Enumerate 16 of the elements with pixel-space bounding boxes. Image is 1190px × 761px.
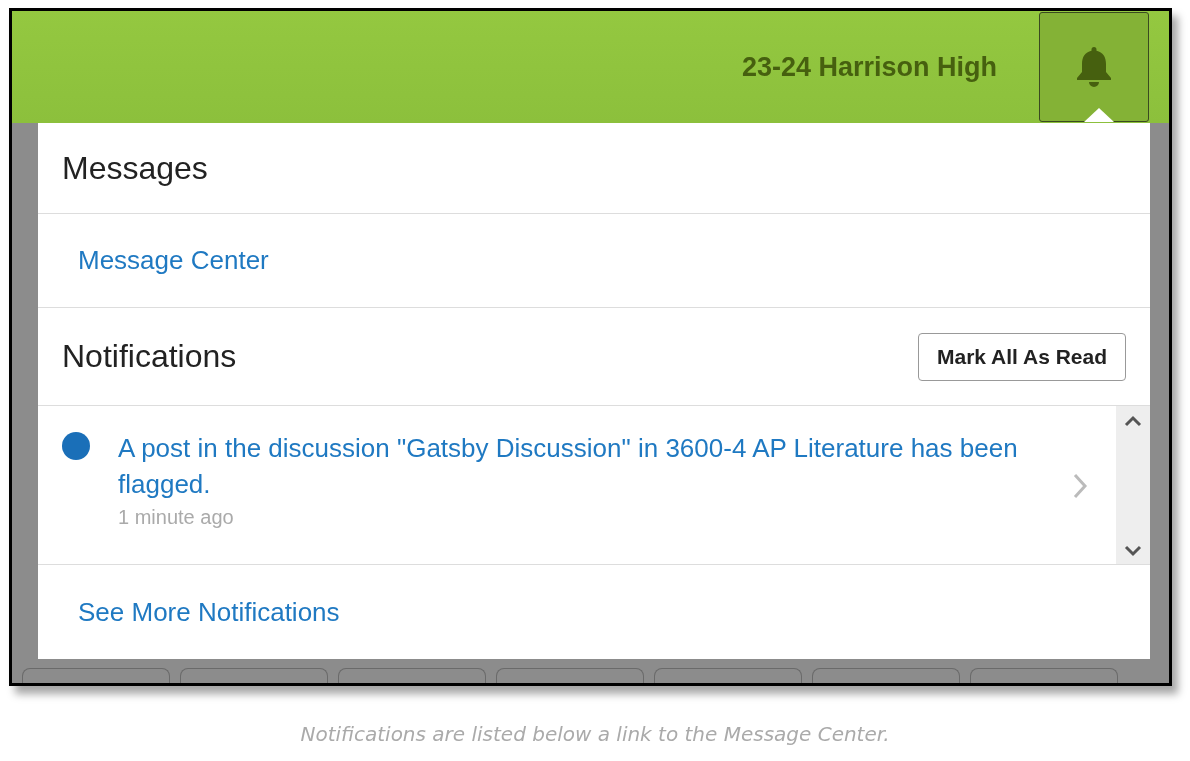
- school-name: 23-24 Harrison High: [741, 51, 997, 83]
- section-title: Notifications: [62, 338, 237, 375]
- scrollbar[interactable]: [1116, 406, 1150, 564]
- scroll-down-icon[interactable]: [1123, 544, 1143, 558]
- notification-item[interactable]: A post in the discussion "Gatsby Discussion" in 3600-4 AP Literature has been flagged. 1 minute ago: [38, 406, 1116, 529]
- chevron-right-icon: [1072, 472, 1088, 500]
- mark-all-read-button[interactable]: Mark All As Read: [918, 332, 1126, 381]
- bell-icon: [1074, 45, 1114, 89]
- notification-text: A post in the discussion "Gatsby Discussion" in 3600-4 AP Literature has been flagged.: [118, 432, 1018, 501]
- scroll-up-icon[interactable]: [1123, 414, 1143, 428]
- see-more-link[interactable]: See More Notifications: [78, 596, 340, 628]
- notification-time: 1 minute ago: [118, 506, 235, 529]
- section-title: Messages: [62, 149, 208, 187]
- caption: Notifications are listed below a link to the Message Center.: [299, 722, 891, 746]
- notifications-button[interactable]: [1039, 12, 1149, 122]
- message-center-link[interactable]: Message Center: [78, 245, 269, 276]
